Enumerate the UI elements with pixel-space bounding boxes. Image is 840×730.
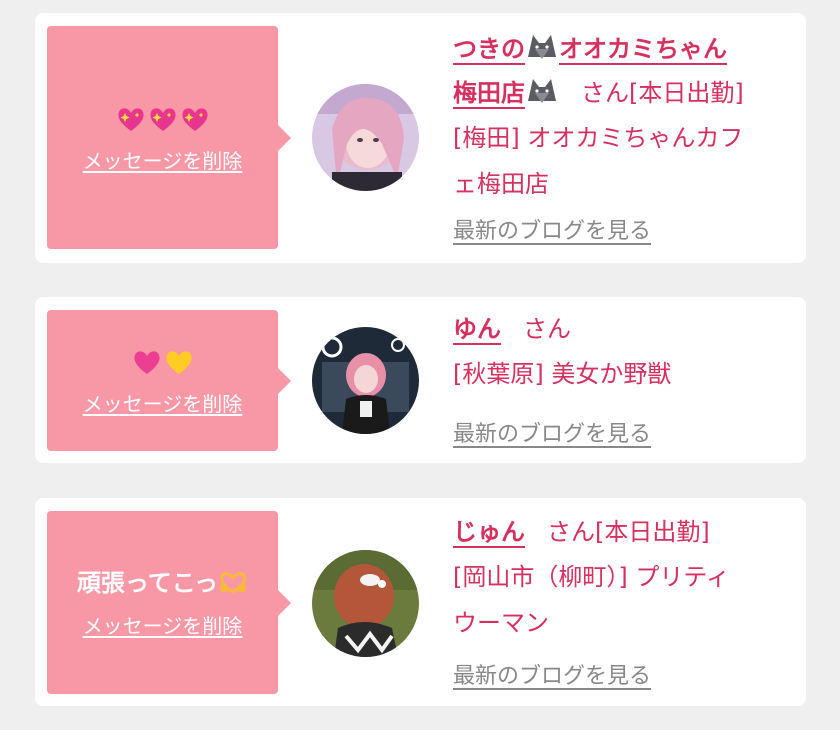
member-name: つきの: [453, 35, 525, 63]
delete-message-link[interactable]: メッセージを削除: [83, 388, 243, 417]
honorific: さん: [581, 79, 629, 107]
avatar-photo-2: [312, 327, 419, 434]
member-info: じゅん さん[本日出勤] [岡山市（柳町）] プリティ ウーマン: [453, 510, 793, 646]
member-info: ゆん さん [秋葉原] 美女か野獣: [453, 307, 793, 397]
wolf-icon: [528, 35, 556, 59]
latest-blog-link[interactable]: 最新のブログを見る: [453, 416, 651, 448]
message-content: 頑張ってこっ: [77, 566, 248, 600]
delete-message-link[interactable]: メッセージを削除: [83, 610, 243, 639]
wolf-icon: [528, 79, 556, 103]
message-card: メッセージを削除 つきの オオカミちゃん 梅田店 さん[本日出勤] [梅田] オオカ…: [35, 13, 806, 263]
avatar[interactable]: [312, 550, 419, 657]
yellow-heart-icon: [165, 351, 192, 374]
message-text: 頑張ってこっ: [76, 569, 219, 597]
shop-name: [岡山市（柳町）] プリティ: [453, 563, 730, 591]
latest-blog-link[interactable]: 最新のブログを見る: [453, 213, 651, 245]
shop-name: ウーマン: [453, 609, 549, 637]
member-name-line: 梅田店 さん[本日出勤]: [453, 71, 793, 115]
member-name-link[interactable]: ゆん: [453, 315, 501, 343]
member-name-line: ゆん さん: [453, 307, 793, 351]
avatar[interactable]: [312, 84, 419, 191]
member-name-link[interactable]: 梅田店: [453, 79, 559, 107]
delete-message-link[interactable]: メッセージを削除: [83, 145, 243, 174]
member-name-line: じゅん さん[本日出勤]: [453, 510, 793, 554]
sparkling-heart-icon: [149, 108, 176, 131]
member-name: オオカミちゃん: [559, 35, 727, 63]
avatar[interactable]: [312, 327, 419, 434]
sparkling-heart-icon: [181, 108, 208, 131]
shop-name: ェ梅田店: [453, 170, 549, 198]
latest-blog-link[interactable]: 最新のブログを見る: [453, 658, 651, 690]
avatar-photo-3: [312, 550, 419, 657]
member-name: 梅田店: [453, 79, 525, 107]
member-name-link[interactable]: じゅん: [453, 518, 525, 546]
work-status: [本日出勤]: [629, 79, 744, 107]
message-card: 頑張ってこっ メッセージを削除 じゅん さん[本日出勤] [岡山市（柳町）] プ…: [35, 498, 806, 706]
work-status: [本日出勤]: [595, 518, 710, 546]
shop-name: [梅田] オオカミちゃんカフ: [453, 124, 744, 152]
avatar-photo-1: [312, 84, 419, 191]
message-content: [131, 344, 195, 378]
member-name-line: つきの オオカミちゃん: [453, 27, 793, 71]
member-info: つきの オオカミちゃん 梅田店 さん[本日出勤] [梅田] オオカミちゃんカフ ェ梅…: [453, 27, 793, 207]
favorite-message-list: メッセージを削除 つきの オオカミちゃん 梅田店 さん[本日出勤] [梅田] オオカ…: [0, 0, 840, 730]
message-bubble: 頑張ってこっ メッセージを削除: [47, 511, 291, 694]
member-name-link[interactable]: つきの オオカミちゃん: [453, 35, 727, 63]
pink-heart-icon: [133, 351, 160, 374]
message-bubble: メッセージを削除: [47, 26, 291, 249]
message-card: メッセージを削除 ゆん さん [秋葉原] 美女か野獣 最新のブログを見る: [35, 297, 806, 463]
honorific: さん: [523, 315, 571, 343]
message-content: [115, 101, 211, 135]
shop-name: [秋葉原] 美女か野獣: [453, 360, 672, 388]
message-bubble: メッセージを削除: [47, 310, 291, 451]
honorific: さん: [547, 518, 595, 546]
sparkling-heart-icon: [117, 108, 144, 131]
heart-hands-icon: [220, 572, 247, 594]
